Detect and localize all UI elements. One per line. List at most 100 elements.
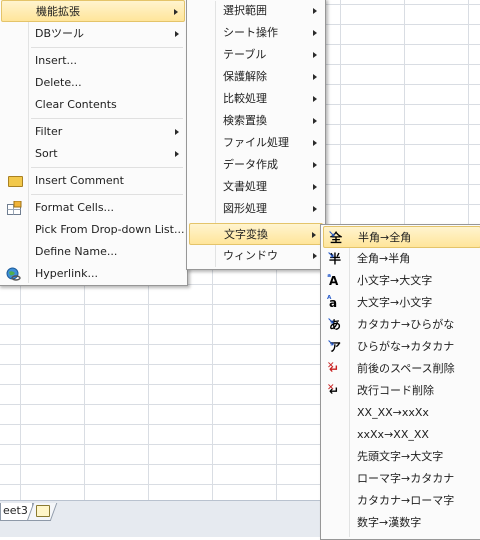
menu-item-insert[interactable]: Insert... [1, 50, 185, 72]
menu-item-label: 半角→全角 [358, 231, 412, 244]
menu-item-label: Clear Contents [35, 98, 117, 111]
menu-item-label: 検索置換 [223, 114, 267, 127]
menu-item-pick-from-list[interactable]: Pick From Drop-down List... [1, 219, 185, 241]
submenu-arrow-icon [313, 8, 317, 14]
menu-item-remove-linebreaks[interactable]: ✕ ↵ 改行コード削除 [323, 380, 480, 402]
menu-item-label: DBツール [35, 27, 85, 40]
menu-item-katakana-to-romaji[interactable]: カタカナ→ローマ字 [323, 490, 480, 512]
submenu-arrow-icon [313, 206, 317, 212]
menu-item-hankaku-to-zenkaku[interactable]: ↘ 全 半角→全角 [323, 226, 480, 248]
menu-item-snake-to-camel[interactable]: XX_XX→xxXx [323, 402, 480, 424]
submenu-arrow-icon [312, 232, 316, 238]
text-convert-submenu: ↘ 全 半角→全角 ↘ 半 全角→半角 ᵃA 小文字→大文字 ᴬa 大文字→小文字 … [320, 224, 480, 540]
trim-space-icon: ✕ ↵ [327, 361, 340, 376]
menu-item-text-convert[interactable]: 文字変換 [189, 223, 323, 245]
menu-item-to-lowercase[interactable]: ᴬa 大文字→小文字 [323, 292, 480, 314]
lowercase-icon: ᴬa [327, 295, 338, 310]
menu-item-label: ファイル処理 [223, 136, 289, 149]
menu-separator [31, 118, 183, 119]
menu-item-label: xxXx→XX_XX [357, 428, 429, 441]
menu-item-unprotect[interactable]: 保護解除 [189, 66, 323, 88]
menu-item-db-tools[interactable]: DBツール [1, 23, 185, 45]
menu-item-label: ウィンドウ [223, 249, 278, 262]
menu-item-table[interactable]: テーブル [189, 44, 323, 66]
menu-item-file-ops[interactable]: ファイル処理 [189, 132, 323, 154]
menu-item-trim-spaces[interactable]: ✕ ↵ 前後のスペース削除 [323, 358, 480, 380]
submenu-arrow-icon [313, 253, 317, 259]
menu-item-hiragana-to-katakana[interactable]: ↘ ア ひらがな→カタカナ [323, 336, 480, 358]
menu-item-label: 改行コード削除 [357, 384, 434, 397]
menu-item-label: 数字→漢数字 [357, 516, 422, 529]
hyperlink-globe-icon [6, 267, 21, 290]
menu-item-extensions[interactable]: 機能拡張 [1, 0, 185, 22]
submenu-arrow-icon [313, 184, 317, 190]
menu-item-window[interactable]: ウィンドウ [189, 245, 323, 267]
submenu-arrow-icon [313, 140, 317, 146]
menu-item-label: Filter [35, 125, 63, 138]
submenu-arrow-icon [313, 96, 317, 102]
menu-item-label: 小文字→大文字 [357, 274, 433, 287]
insert-sheet-icon [36, 505, 50, 517]
menu-item-clear-contents[interactable]: Clear Contents [1, 94, 185, 116]
menu-item-label: シート操作 [223, 26, 278, 39]
menu-item-document[interactable]: 文書処理 [189, 176, 323, 198]
menu-item-shapes[interactable]: 図形処理 [189, 198, 323, 220]
submenu-arrow-icon [175, 151, 179, 157]
menu-item-label: 全角→半角 [357, 252, 411, 265]
context-menu: 機能拡張 DBツール Insert... Delete... Clear Con… [0, 0, 188, 286]
comment-folder-icon [8, 176, 23, 187]
extension-submenu: 選択範囲 シート操作 テーブル 保護解除 比較処理 検索置換 ファイル処理 デー… [186, 0, 326, 270]
menu-item-format-cells[interactable]: Format Cells... [1, 197, 185, 219]
menu-item-label: 先頭文字→大文字 [357, 450, 444, 463]
submenu-arrow-icon [313, 162, 317, 168]
menu-item-label: Sort [35, 147, 58, 160]
menu-item-katakana-to-hiragana[interactable]: ↘ あ カタカナ→ひらがな [323, 314, 480, 336]
menu-item-label: Format Cells... [35, 201, 115, 214]
menu-item-data-create[interactable]: データ作成 [189, 154, 323, 176]
menu-item-camel-to-snake[interactable]: xxXx→XX_XX [323, 424, 480, 446]
menu-item-sheet-ops[interactable]: シート操作 [189, 22, 323, 44]
menu-item-label: Insert... [35, 54, 78, 67]
menu-item-label: Pick From Drop-down List... [35, 223, 185, 236]
uppercase-icon: ᵃA [327, 273, 339, 288]
menu-separator [31, 167, 183, 168]
menu-item-romaji-to-katakana[interactable]: ローマ字→カタカナ [323, 468, 480, 490]
menu-item-filter[interactable]: Filter [1, 121, 185, 143]
menu-item-label: ローマ字→カタカナ [357, 472, 455, 485]
menu-item-label: Define Name... [35, 245, 118, 258]
menu-item-define-name[interactable]: Define Name... [1, 241, 185, 263]
menu-item-selection-range[interactable]: 選択範囲 [189, 0, 323, 22]
menu-item-hyperlink[interactable]: Hyperlink... [1, 263, 185, 285]
menu-item-to-uppercase[interactable]: ᵃA 小文字→大文字 [323, 270, 480, 292]
menu-item-label: 機能拡張 [36, 5, 80, 18]
menu-item-label: 保護解除 [223, 70, 267, 83]
menu-item-number-to-kanji[interactable]: 数字→漢数字 [323, 512, 480, 534]
menu-item-capitalize-first[interactable]: 先頭文字→大文字 [323, 446, 480, 468]
submenu-arrow-icon [313, 74, 317, 80]
katakana-icon: ↘ ア [327, 339, 342, 354]
menu-item-label: 前後のスペース削除 [357, 362, 455, 375]
submenu-arrow-icon [313, 52, 317, 58]
submenu-arrow-icon [313, 30, 317, 36]
menu-separator [31, 47, 183, 48]
menu-item-label: Insert Comment [35, 174, 124, 187]
menu-item-label: Hyperlink... [35, 267, 98, 280]
menu-item-compare[interactable]: 比較処理 [189, 88, 323, 110]
submenu-arrow-icon [175, 129, 179, 135]
remove-linebreak-icon: ✕ ↵ [327, 383, 340, 398]
submenu-arrow-icon [174, 9, 178, 15]
menu-item-label: データ作成 [223, 158, 278, 171]
menu-item-find-replace[interactable]: 検索置換 [189, 110, 323, 132]
menu-item-insert-comment[interactable]: Insert Comment [1, 170, 185, 192]
hankaku-icon: ↘ 半 [327, 251, 342, 266]
hiragana-icon: ↘ あ [327, 317, 342, 332]
submenu-arrow-icon [175, 31, 179, 37]
menu-separator [31, 194, 183, 195]
menu-item-zenkaku-to-hankaku[interactable]: ↘ 半 全角→半角 [323, 248, 480, 270]
submenu-arrow-icon [313, 118, 317, 124]
menu-item-label: 文字変換 [224, 228, 268, 241]
menu-item-sort[interactable]: Sort [1, 143, 185, 165]
menu-item-label: カタカナ→ひらがな [357, 318, 455, 331]
menu-item-delete[interactable]: Delete... [1, 72, 185, 94]
menu-item-label: 比較処理 [223, 92, 267, 105]
